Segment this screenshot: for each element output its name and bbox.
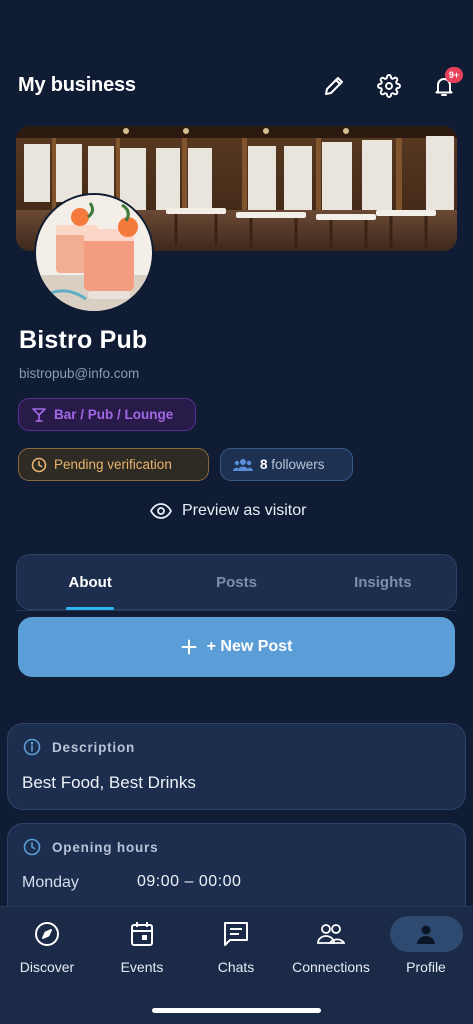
eye-icon — [150, 503, 172, 519]
preview-label: Preview as visitor — [182, 502, 307, 519]
hours-time: 09:00 – 00:00 — [137, 873, 242, 890]
plus-icon — [181, 639, 197, 655]
nav-profile-active-pill — [389, 916, 463, 952]
category-chip[interactable]: Bar / Pub / Lounge — [18, 398, 196, 431]
description-title: Description — [52, 740, 136, 755]
nav-discover[interactable]: Discover — [0, 917, 94, 977]
calendar-icon — [131, 922, 153, 946]
clock-icon — [31, 457, 47, 472]
tab-insights[interactable]: Insights — [310, 555, 456, 609]
group-icon — [233, 458, 253, 471]
new-post-button[interactable]: + New Post — [18, 617, 455, 677]
tab-posts-label: Posts — [216, 573, 257, 591]
nav-discover-label: Discover — [19, 959, 75, 975]
nav-chats[interactable]: Chats — [189, 917, 283, 977]
category-label: Bar / Pub / Lounge — [54, 407, 174, 422]
cocktail-glass-icon — [32, 407, 46, 422]
opening-hours-title: Opening hours — [52, 840, 159, 855]
pencil-icon — [325, 77, 343, 95]
nav-events[interactable]: Events — [95, 917, 189, 977]
cocktail-drinks-image — [36, 195, 152, 311]
followers-text: 8 followers — [260, 457, 325, 472]
tab-posts[interactable]: Posts — [163, 555, 309, 609]
gear-icon — [377, 74, 401, 98]
people-icon — [317, 924, 345, 944]
followers-chip[interactable]: 8 followers — [220, 448, 353, 481]
chat-icon — [224, 922, 248, 946]
followers-label: followers — [271, 457, 325, 472]
tab-about[interactable]: About — [17, 555, 163, 610]
home-indicator — [152, 1008, 321, 1013]
edit-button[interactable] — [320, 72, 348, 100]
page-title: My business — [18, 74, 136, 96]
nav-profile[interactable]: Profile — [379, 916, 473, 977]
nav-connections[interactable]: Connections — [284, 917, 378, 977]
business-avatar[interactable] — [34, 193, 154, 313]
preview-as-visitor-button[interactable]: Preview as visitor — [150, 499, 306, 523]
nav-chats-label: Chats — [217, 959, 255, 975]
notification-count-badge: 9+ — [445, 67, 463, 83]
profile-tabs: About Posts Insights — [16, 554, 457, 610]
verification-status-label: Pending verification — [54, 457, 172, 472]
person-icon — [417, 925, 435, 944]
nav-events-label: Events — [120, 959, 164, 975]
business-name: Bistro Pub — [19, 326, 148, 354]
app-header: My business 9+ — [0, 62, 473, 112]
tab-insights-label: Insights — [354, 573, 412, 591]
notifications-button[interactable]: 9+ — [430, 67, 463, 100]
new-post-label: + New Post — [206, 638, 293, 655]
business-email: bistropub@info.com — [19, 366, 140, 381]
info-icon — [23, 738, 41, 756]
clock-icon — [23, 838, 41, 856]
tab-about-label: About — [68, 573, 112, 591]
compass-icon — [35, 922, 59, 946]
verification-status-badge: Pending verification — [18, 448, 209, 481]
followers-count: 8 — [260, 457, 268, 472]
description-text: Best Food, Best Drinks — [22, 773, 196, 792]
settings-button[interactable] — [375, 72, 403, 100]
tabs-divider — [16, 610, 457, 611]
nav-profile-label: Profile — [406, 959, 446, 975]
nav-connections-label: Connections — [292, 959, 370, 975]
bottom-navigation: Discover Events Chats Connections Profil… — [0, 906, 473, 1024]
description-card: Description Best Food, Best Drinks — [7, 723, 466, 810]
hours-day: Monday — [22, 874, 79, 891]
